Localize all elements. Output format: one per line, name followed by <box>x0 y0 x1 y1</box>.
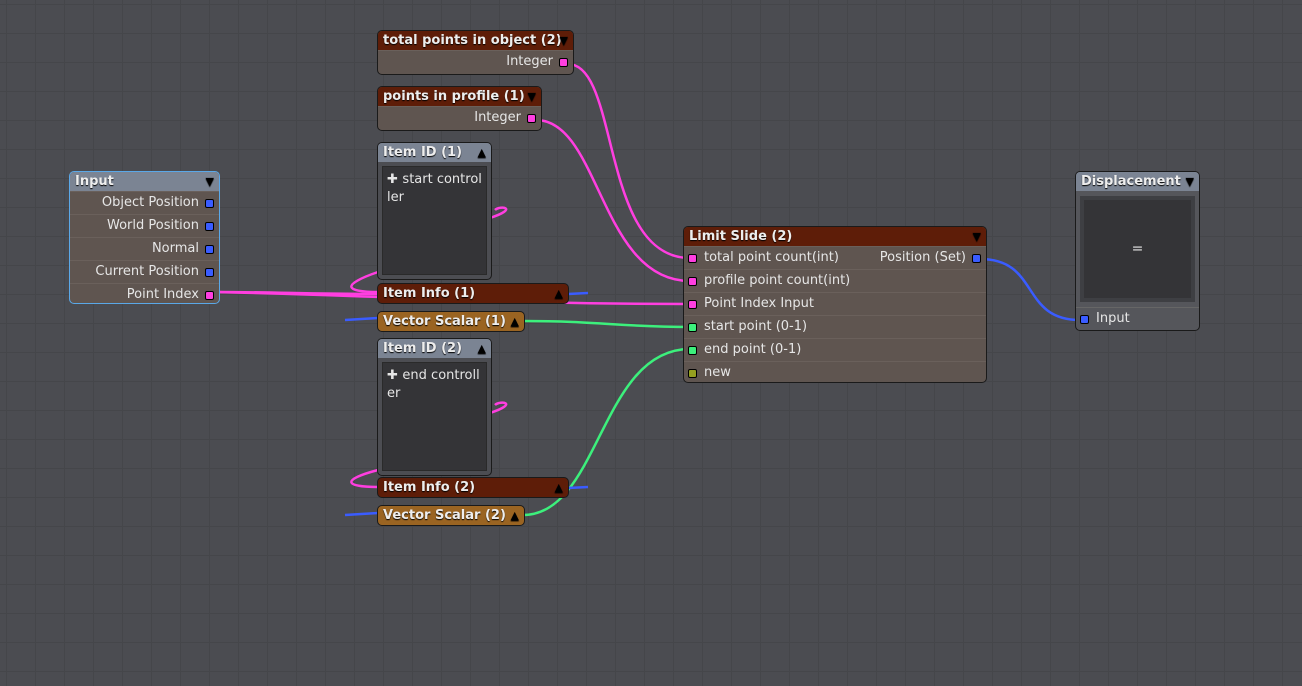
port-dot[interactable] <box>1080 315 1089 324</box>
chevron-up-icon[interactable]: ▲ <box>478 339 486 358</box>
input-profile-point-count: profile point count(int) <box>684 269 986 292</box>
port-dot[interactable] <box>688 346 697 355</box>
input-input: Input <box>1076 307 1199 330</box>
chevron-down-icon[interactable]: ▼ <box>206 172 214 191</box>
output-object-position: Object Position <box>70 191 219 214</box>
port-dot[interactable] <box>688 277 697 286</box>
node-input[interactable]: Input ▼ Object Position World Position No… <box>69 171 220 304</box>
item-field[interactable]: ✚ end controller <box>382 362 487 471</box>
node-graph-canvas[interactable] <box>0 0 1302 686</box>
node-total-points[interactable]: total points in object (2) ▼ Integer <box>377 30 574 75</box>
port-dot[interactable] <box>205 268 214 277</box>
node-title: total points in object (2) <box>383 33 562 48</box>
output-label: Position (Set) <box>879 250 966 265</box>
input-point-index: Point Index Input <box>684 292 986 315</box>
port-label: Current Position <box>95 264 199 279</box>
port-label: Point Index <box>126 287 199 302</box>
port-label: Object Position <box>101 195 199 210</box>
node-title: Item ID (1) <box>383 145 463 160</box>
port-dot[interactable] <box>688 300 697 309</box>
port-label: Point Index Input <box>704 296 814 311</box>
output-normal: Normal <box>70 237 219 260</box>
chevron-up-icon[interactable]: ▲ <box>511 506 519 525</box>
input-start-point: start point (0-1) <box>684 315 986 338</box>
output-port-dot[interactable] <box>972 254 981 263</box>
output-point-index: Point Index <box>70 283 219 303</box>
node-title: Input <box>75 174 114 189</box>
output-integer: Integer <box>378 106 541 129</box>
port-dot[interactable] <box>688 323 697 332</box>
port-label: Integer <box>506 54 553 69</box>
port-label: Input <box>1096 311 1130 326</box>
port-dot[interactable] <box>205 245 214 254</box>
node-displacement[interactable]: Displacement ▼ = Input <box>1075 171 1200 331</box>
preview-symbol: = <box>1084 200 1191 298</box>
preview-area: = <box>1080 196 1195 302</box>
chevron-down-icon[interactable]: ▼ <box>528 87 536 106</box>
chevron-down-icon[interactable]: ▼ <box>560 31 568 50</box>
port-label: Integer <box>474 110 521 125</box>
node-title: Item ID (2) <box>383 341 463 356</box>
node-item-id-2[interactable]: Item ID (2) ▲ ✚ end controller <box>377 338 492 476</box>
port-dot[interactable] <box>205 291 214 300</box>
chevron-down-icon[interactable]: ▼ <box>1186 172 1194 191</box>
node-vector-scalar-1[interactable]: Vector Scalar (1) ▲ <box>377 311 525 332</box>
input-total-point-count: total point count(int) Position (Set) <box>684 246 986 269</box>
port-label: start point (0-1) <box>704 319 808 334</box>
port-label: new <box>704 365 731 380</box>
node-points-profile[interactable]: points in profile (1) ▼ Integer <box>377 86 542 131</box>
node-title: Item Info (1) <box>383 286 476 301</box>
port-label: World Position <box>106 218 199 233</box>
chevron-up-icon[interactable]: ▲ <box>555 478 563 497</box>
node-title: Limit Slide (2) <box>689 229 793 244</box>
item-name: start controller <box>387 172 482 205</box>
port-label: end point (0-1) <box>704 342 802 357</box>
output-integer: Integer <box>378 50 573 73</box>
node-limit-slide[interactable]: Limit Slide (2) ▼ total point count(int) P… <box>683 226 987 383</box>
port-dot[interactable] <box>205 222 214 231</box>
node-item-info-1[interactable]: Item Info (1) ▲ <box>377 283 569 304</box>
port-dot[interactable] <box>527 114 536 123</box>
node-title: Vector Scalar (2) <box>383 508 506 523</box>
chevron-up-icon[interactable]: ▲ <box>511 312 519 331</box>
node-title: Vector Scalar (1) <box>383 314 506 329</box>
node-item-id-1[interactable]: Item ID (1) ▲ ✚ start controller <box>377 142 492 280</box>
chevron-down-icon[interactable]: ▼ <box>973 227 981 246</box>
output-world-position: World Position <box>70 214 219 237</box>
node-title: Item Info (2) <box>383 480 476 495</box>
port-dot[interactable] <box>688 369 697 378</box>
item-field[interactable]: ✚ start controller <box>382 166 487 275</box>
port-label: Normal <box>151 241 199 256</box>
output-current-position: Current Position <box>70 260 219 283</box>
port-dot[interactable] <box>559 58 568 67</box>
node-title: Displacement <box>1081 174 1181 189</box>
chevron-up-icon[interactable]: ▲ <box>555 284 563 303</box>
node-vector-scalar-2[interactable]: Vector Scalar (2) ▲ <box>377 505 525 526</box>
port-label: total point count(int) <box>704 250 839 265</box>
port-label: profile point count(int) <box>704 273 851 288</box>
port-dot[interactable] <box>205 199 214 208</box>
chevron-up-icon[interactable]: ▲ <box>478 143 486 162</box>
node-item-info-2[interactable]: Item Info (2) ▲ <box>377 477 569 498</box>
plus-icon[interactable]: ✚ <box>387 368 402 383</box>
plus-icon[interactable]: ✚ <box>387 172 402 187</box>
input-end-point: end point (0-1) <box>684 338 986 361</box>
node-title: points in profile (1) <box>383 89 525 104</box>
port-dot[interactable] <box>688 254 697 263</box>
input-new: new <box>684 361 986 382</box>
